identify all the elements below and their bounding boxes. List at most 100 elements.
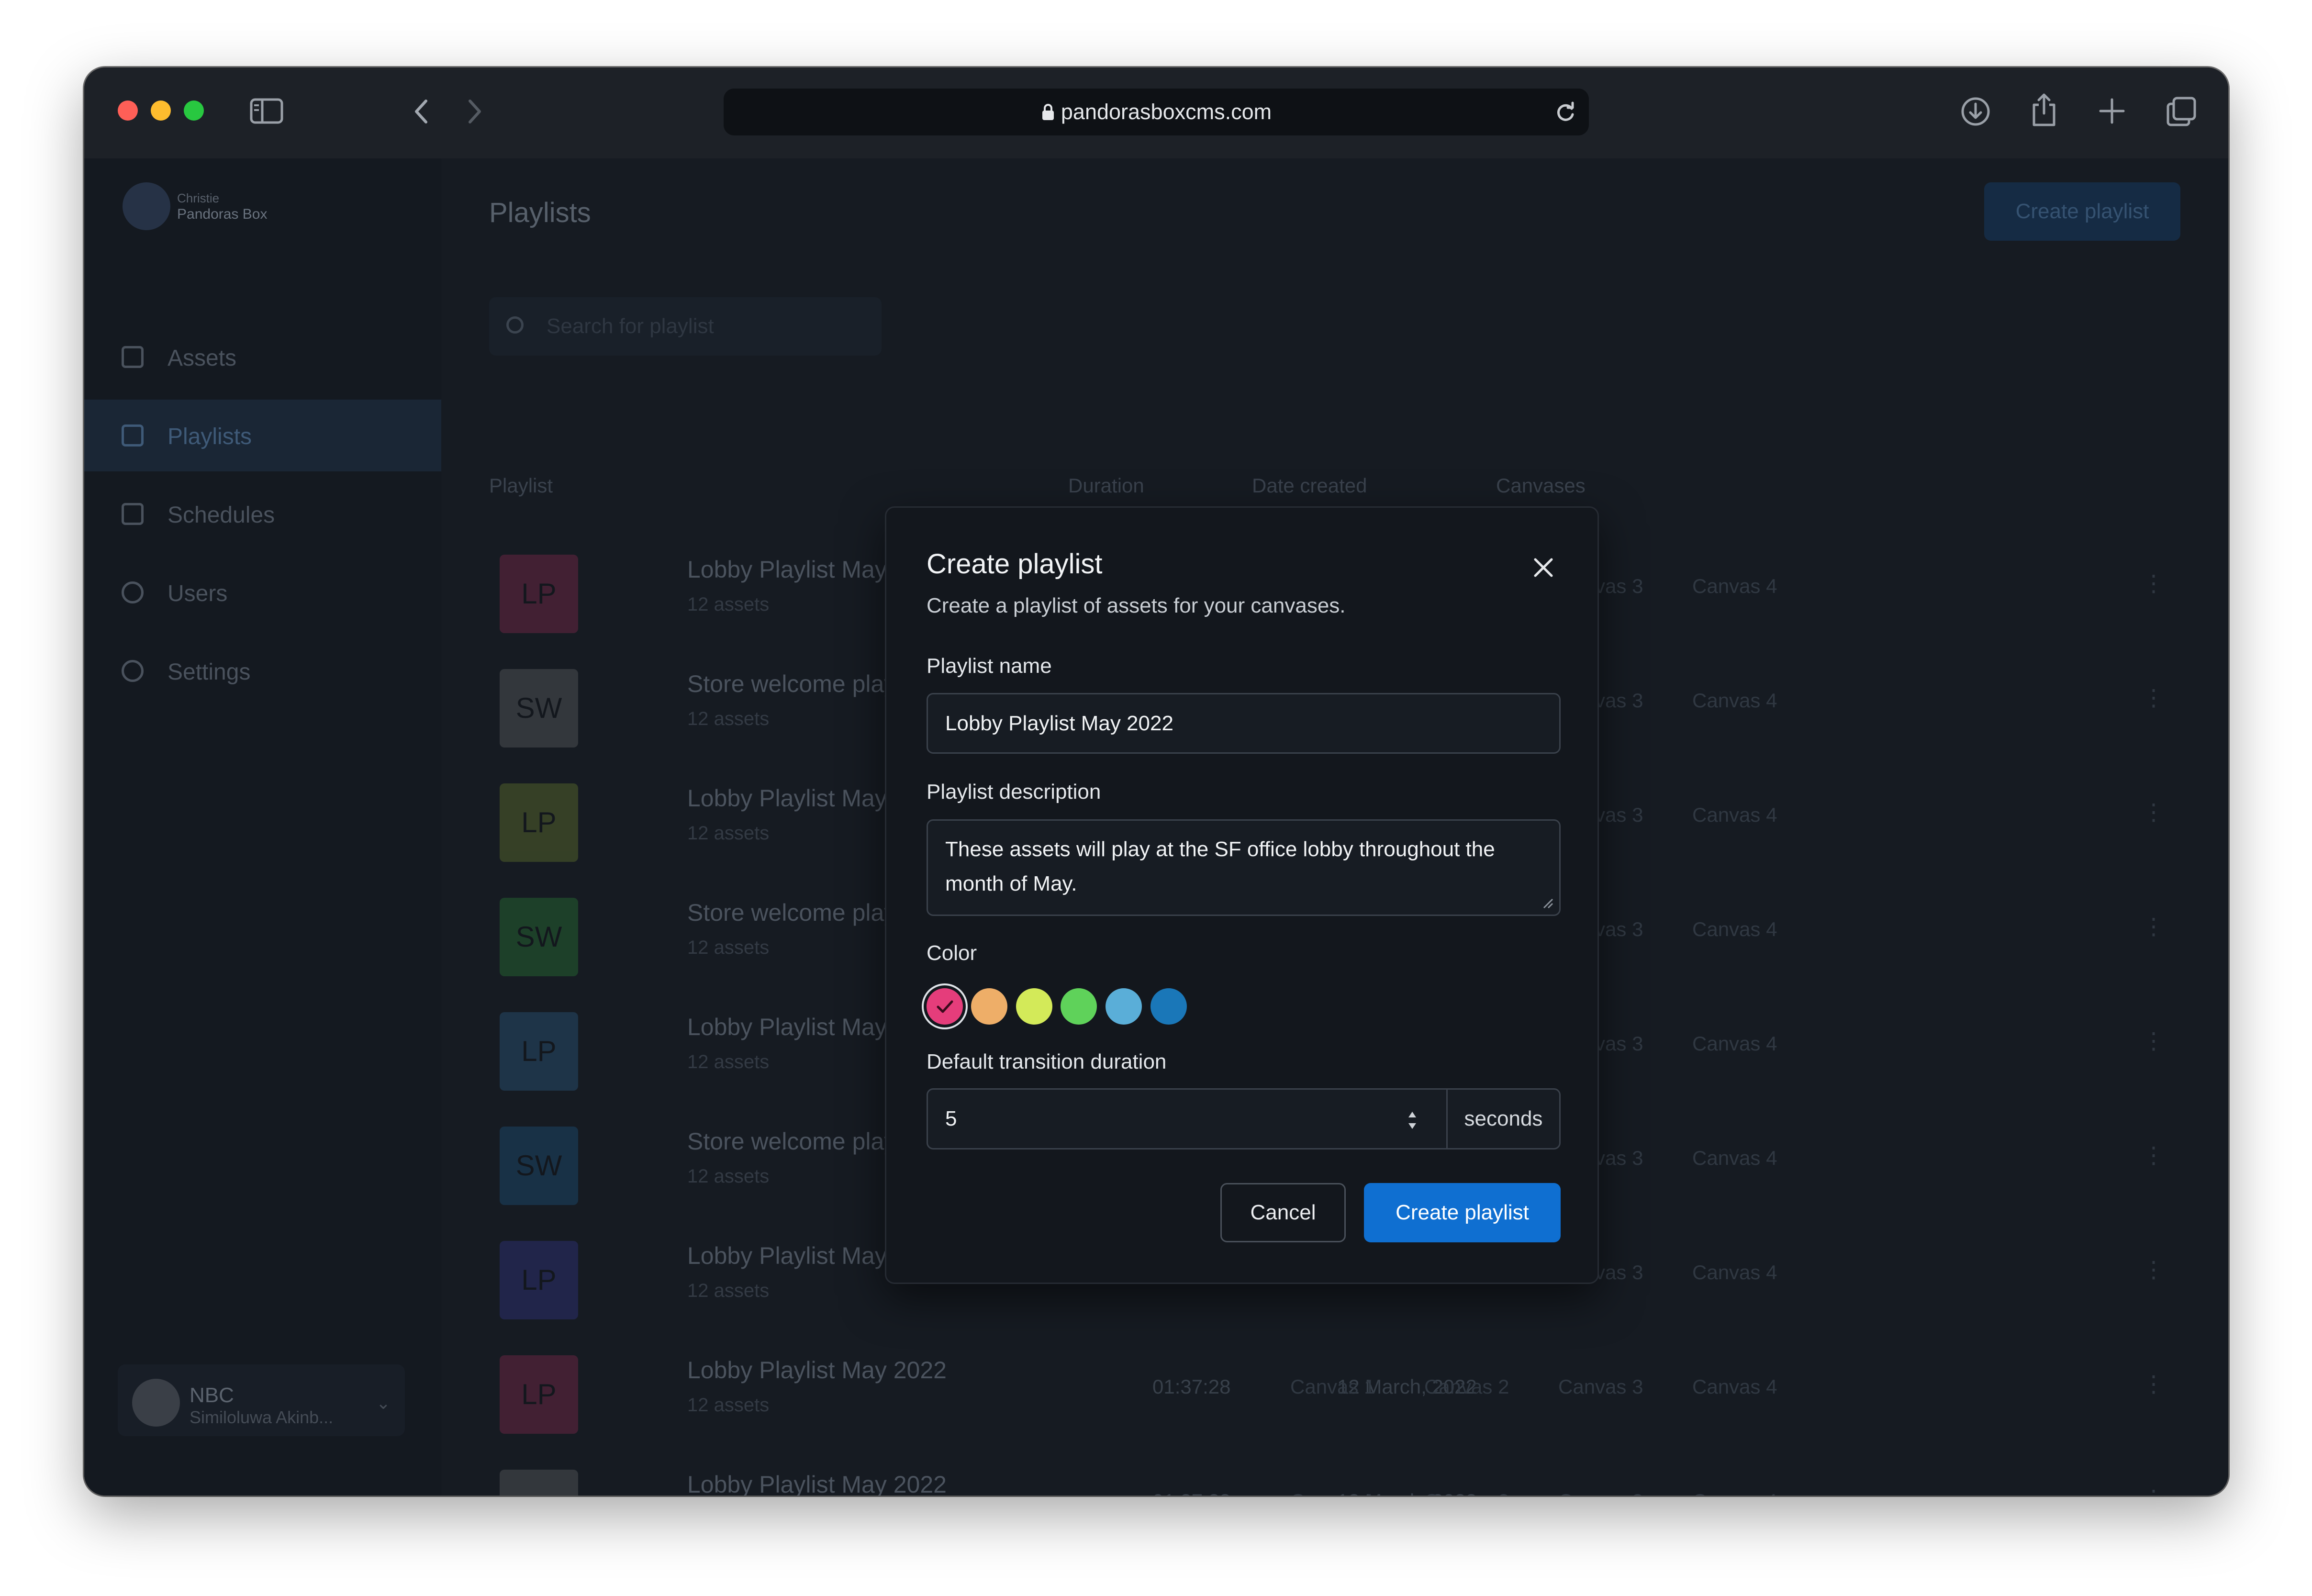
org-logo (132, 1379, 180, 1427)
sidebar-item-label: Playlists (168, 424, 252, 449)
playlist-name-input[interactable]: Lobby Playlist May 2022 (927, 693, 1561, 754)
canvas-tag: Canvas 2 (1424, 1375, 1509, 1398)
zoom-window-button[interactable] (184, 100, 204, 121)
lock-icon (1042, 104, 1054, 120)
playlist-asset-count: 12 assets (687, 1051, 770, 1072)
resize-handle-icon[interactable] (1541, 896, 1553, 909)
kebab-icon[interactable]: ⋮ (2142, 799, 2165, 826)
sidebar-item-assets[interactable]: Assets (84, 321, 441, 393)
playlist-avatar: LP (500, 1355, 578, 1434)
minimize-window-button[interactable] (151, 100, 171, 121)
sidebar-item-users[interactable]: Users (84, 557, 441, 628)
playlist-avatar: LP (500, 1470, 578, 1496)
forward-icon[interactable] (466, 98, 483, 125)
search-input[interactable]: Search for playlist (489, 297, 882, 356)
sidebar-item-settings[interactable]: Settings (84, 635, 441, 707)
users-icon (122, 581, 144, 603)
canvas-tag: Canvas 4 (1692, 1375, 1777, 1398)
kebab-icon[interactable]: ⋮ (2142, 1485, 2165, 1496)
number-stepper-icon[interactable] (1407, 1109, 1418, 1132)
reload-icon[interactable] (1554, 101, 1576, 123)
column-header-playlist: Playlist (489, 474, 553, 497)
playlist-avatar: SW (500, 669, 578, 748)
color-swatch[interactable] (1061, 988, 1097, 1025)
color-swatch[interactable] (1016, 988, 1052, 1025)
canvas-tag: Canvas 3 (1558, 1375, 1643, 1398)
sidebar-item-playlists[interactable]: Playlists (84, 400, 441, 471)
close-icon[interactable] (1529, 553, 1558, 582)
sidebar-toggle-icon[interactable] (250, 98, 283, 124)
playlist-asset-count: 12 assets (687, 1166, 770, 1187)
brand-name-line1: Christie (177, 191, 220, 205)
back-icon[interactable] (413, 98, 430, 125)
duration-unit-addon: seconds (1446, 1090, 1559, 1148)
transition-duration-input[interactable]: 5 seconds (927, 1088, 1561, 1150)
kebab-icon[interactable]: ⋮ (2142, 913, 2165, 940)
canvas-tag: Canvas 2 (1424, 1490, 1509, 1496)
canvas-tag: Canvas 4 (1692, 575, 1777, 597)
new-tab-icon[interactable] (2098, 97, 2126, 125)
create-playlist-submit-button[interactable]: Create playlist (1364, 1183, 1561, 1242)
kebab-icon[interactable]: ⋮ (2142, 1142, 2165, 1169)
create-playlist-dialog: Create playlist Create a playlist of ass… (885, 506, 1599, 1284)
table-row[interactable]: LPLobby Playlist May 202212 assets01:37:… (489, 1332, 2193, 1447)
dialog-subtitle: Create a playlist of assets for your can… (927, 594, 1346, 617)
org-user-name: Similoluwa Akinb... (190, 1407, 334, 1427)
org-name: NBC (190, 1384, 234, 1407)
page-title: Playlists (489, 197, 591, 228)
close-window-button[interactable] (118, 100, 138, 121)
color-swatch[interactable] (927, 988, 963, 1025)
canvas-tag: Canvas 4 (1692, 1490, 1777, 1496)
kebab-icon[interactable]: ⋮ (2142, 684, 2165, 711)
playlist-name-value: Lobby Playlist May 2022 (945, 712, 1173, 735)
canvas-tag: Canvas 4 (1692, 689, 1777, 712)
search-placeholder: Search for playlist (547, 314, 714, 338)
sidebar: Christie Pandoras Box Assets Playlists S… (84, 158, 441, 1496)
dialog-title: Create playlist (927, 548, 1103, 580)
transition-duration-value: 5 (945, 1107, 957, 1130)
gear-icon (122, 660, 144, 682)
create-playlist-button[interactable]: Create playlist (1984, 182, 2180, 241)
playlist-asset-count: 12 assets (687, 708, 770, 729)
sidebar-item-schedules[interactable]: Schedules (84, 478, 441, 550)
column-header-date: Date created (1252, 474, 1367, 497)
kebab-icon[interactable]: ⋮ (2142, 1256, 2165, 1283)
kebab-icon[interactable]: ⋮ (2142, 570, 2165, 597)
canvas-tag: Canvas 4 (1692, 918, 1777, 940)
color-swatch[interactable] (1150, 988, 1187, 1025)
playlist-name-label: Playlist name (927, 654, 1052, 678)
tab-overview-icon[interactable] (2166, 96, 2197, 127)
url-label: pandorasboxcms.com (1061, 100, 1272, 124)
table-row[interactable]: LPLobby Playlist May 202212 assets01:37:… (489, 1447, 2193, 1496)
color-label: Color (927, 941, 977, 965)
url-text: pandorasboxcms.com (724, 89, 1589, 135)
monitor-icon (122, 424, 144, 446)
checkmark-icon (937, 1000, 953, 1013)
address-bar[interactable]: pandorasboxcms.com (724, 89, 1589, 135)
org-switcher[interactable]: NBC Similoluwa Akinb... ⌄ (118, 1364, 405, 1436)
sidebar-item-label: Users (168, 581, 228, 606)
playlist-name: Lobby Playlist May 2022 (687, 1471, 947, 1496)
playlist-asset-count: 12 assets (687, 937, 770, 958)
playlist-description-textarea[interactable]: These assets will play at the SF office … (927, 819, 1561, 916)
playlist-asset-count: 12 assets (687, 1280, 770, 1301)
share-icon[interactable] (2030, 92, 2058, 127)
canvas-tag: Canvas 4 (1692, 804, 1777, 826)
canvas-tag: Canvas 3 (1558, 1490, 1643, 1496)
cancel-button[interactable]: Cancel (1220, 1183, 1346, 1242)
color-swatch[interactable] (971, 988, 1007, 1025)
file-icon (122, 346, 144, 368)
kebab-icon[interactable]: ⋮ (2142, 1371, 2165, 1397)
playlist-avatar: SW (500, 1127, 578, 1205)
playlist-description-value: These assets will play at the SF office … (945, 837, 1495, 895)
canvas-tag: Canvas 4 (1692, 1032, 1777, 1055)
downloads-icon[interactable] (1960, 96, 1991, 127)
playlist-duration: 01:37:28 (1152, 1375, 1231, 1398)
browser-toolbar: pandorasboxcms.com (84, 67, 2228, 160)
kebab-icon[interactable]: ⋮ (2142, 1027, 2165, 1054)
playlist-avatar: SW (500, 898, 578, 976)
playlist-asset-count: 12 assets (687, 823, 770, 844)
search-icon (506, 316, 524, 334)
canvas-tag: Canvas 4 (1692, 1147, 1777, 1169)
color-swatch[interactable] (1106, 988, 1142, 1025)
